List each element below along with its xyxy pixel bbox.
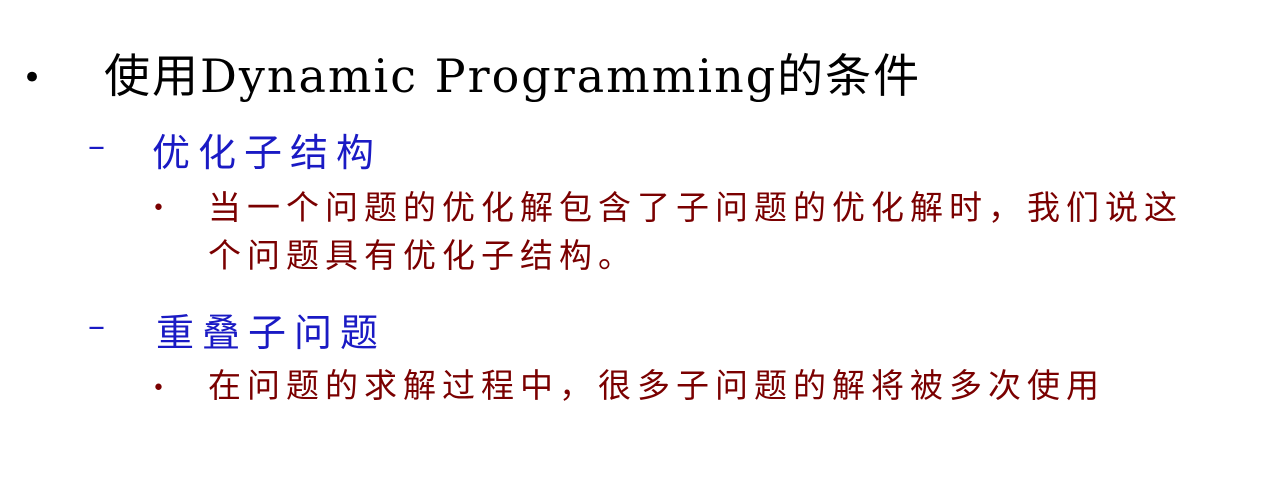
slide: • 使用Dynamic Programming的条件 – 优化子结构 • 当一个… (0, 0, 1288, 486)
slide-heading: 使用Dynamic Programming的条件 (104, 49, 922, 103)
section-dash: – (88, 126, 105, 166)
section-dash: – (88, 306, 105, 346)
detail-optimal-substructure-line2: 个问题具有优化子结构。 (208, 236, 637, 275)
detail-optimal-substructure-line1: 当一个问题的优化解包含了子问题的优化解时，我们说这 (208, 188, 1183, 227)
section-title-overlapping-subproblems: 重叠子问题 (156, 311, 387, 355)
level1-bullet: • (22, 58, 43, 98)
detail-overlapping-subproblems: 在问题的求解过程中，很多子问题的解将被多次使用 (208, 366, 1105, 405)
detail-bullet: • (152, 196, 165, 221)
section-title-optimal-substructure: 优化子结构 (152, 131, 383, 175)
detail-bullet: • (152, 376, 165, 401)
